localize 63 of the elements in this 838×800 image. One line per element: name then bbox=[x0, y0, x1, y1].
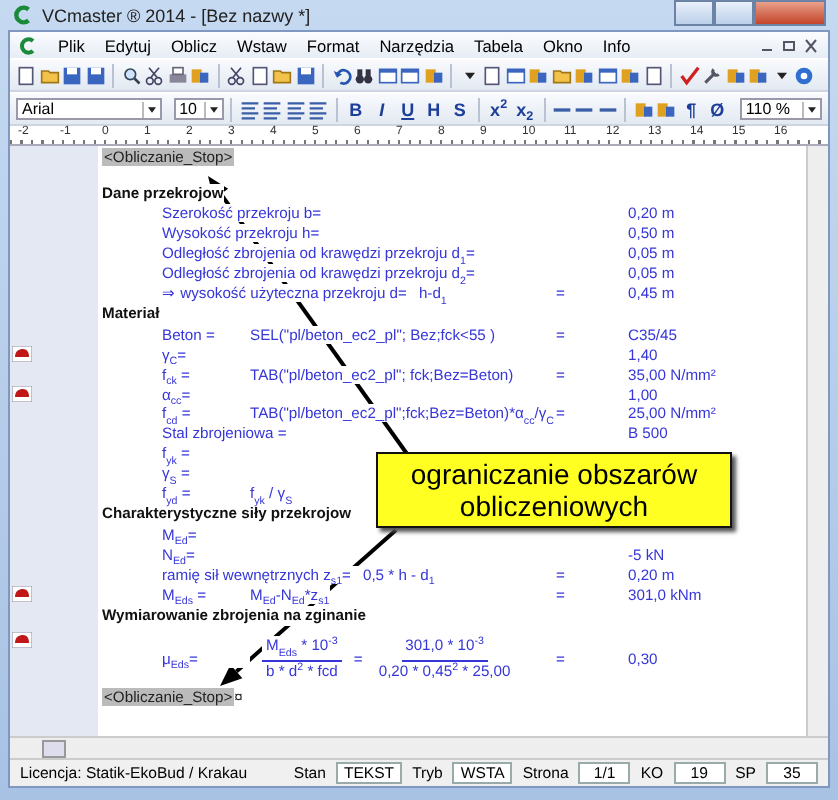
format-button[interactable]: S bbox=[448, 99, 472, 119]
magnifier-icon[interactable] bbox=[121, 65, 141, 85]
menu-item[interactable]: Wstaw bbox=[237, 35, 287, 55]
zoom-select[interactable]: 110 % bbox=[739, 98, 823, 120]
align-icon[interactable] bbox=[285, 99, 306, 119]
checkmark-icon[interactable] bbox=[679, 65, 699, 85]
format-button[interactable]: x$^{2}$ bbox=[487, 99, 511, 119]
app-logo-icon[interactable] bbox=[18, 35, 38, 55]
marker-icon[interactable] bbox=[12, 632, 32, 649]
wrench-icon[interactable] bbox=[702, 65, 722, 85]
paragraph-button[interactable]: ¶ bbox=[679, 99, 703, 119]
minimize-button[interactable] bbox=[674, 0, 714, 26]
format-button[interactable]: B bbox=[344, 99, 368, 119]
menu-item[interactable]: Info bbox=[602, 35, 631, 55]
format-button[interactable]: I bbox=[370, 99, 394, 119]
window-icon[interactable] bbox=[597, 65, 617, 85]
close-icon[interactable] bbox=[802, 37, 820, 53]
menu-item[interactable]: Edytuj bbox=[104, 35, 151, 55]
font-select[interactable]: Arial bbox=[16, 98, 163, 120]
window-icon[interactable] bbox=[377, 65, 397, 85]
scissors-icon[interactable] bbox=[144, 65, 164, 85]
folder-icon[interactable] bbox=[551, 65, 571, 85]
horizontal-scrollbar[interactable] bbox=[10, 736, 828, 758]
marker-icon[interactable] bbox=[12, 386, 32, 403]
folder-icon[interactable] bbox=[39, 65, 59, 85]
page-icon[interactable] bbox=[482, 65, 502, 85]
format-button[interactable]: x$_{2}$ bbox=[513, 99, 537, 119]
menu-item[interactable]: Plik bbox=[58, 35, 85, 55]
page-icon[interactable] bbox=[16, 65, 36, 85]
menu-item[interactable]: Oblicz bbox=[170, 35, 217, 55]
align-icon[interactable] bbox=[262, 99, 283, 119]
app-logo-icon bbox=[12, 4, 34, 26]
folder-icon[interactable] bbox=[272, 65, 292, 85]
vertical-scrollbar[interactable] bbox=[806, 146, 828, 736]
dropdown-icon[interactable] bbox=[142, 101, 161, 117]
undo-icon[interactable] bbox=[331, 65, 351, 85]
help-icon[interactable] bbox=[794, 65, 814, 85]
maximize-button[interactable] bbox=[714, 0, 754, 26]
format-button[interactable]: H bbox=[422, 99, 446, 119]
window-icon[interactable] bbox=[400, 65, 420, 85]
marker-icon[interactable] bbox=[12, 586, 32, 603]
format-button[interactable]: Ø bbox=[705, 99, 729, 119]
marker-icon[interactable] bbox=[12, 346, 32, 363]
scissors-icon[interactable] bbox=[226, 65, 246, 85]
menu-item[interactable]: Okno bbox=[543, 35, 583, 55]
restore-icon[interactable] bbox=[780, 37, 798, 53]
align-icon[interactable] bbox=[239, 99, 260, 119]
dropdown-icon[interactable] bbox=[203, 101, 222, 117]
dropdown-icon[interactable] bbox=[802, 101, 821, 117]
window-icon[interactable] bbox=[505, 65, 525, 85]
printer-icon[interactable] bbox=[167, 65, 187, 85]
align-icon[interactable] bbox=[308, 99, 329, 119]
callout-text: ograniczanie obszarów bbox=[410, 458, 698, 490]
menu-item[interactable]: Tabela bbox=[474, 35, 523, 55]
page-icon[interactable] bbox=[249, 65, 269, 85]
format-button[interactable]: U bbox=[396, 99, 420, 119]
menu-item[interactable]: Narzędzia bbox=[379, 35, 455, 55]
page-icon[interactable] bbox=[643, 65, 663, 85]
menu-item[interactable]: Format bbox=[306, 35, 360, 55]
size-select[interactable]: 10 bbox=[173, 98, 224, 120]
binoculars-icon[interactable] bbox=[354, 65, 374, 85]
callout-text: obliczeniowych bbox=[459, 490, 649, 522]
window-title: VCmaster ® 2014 - [Bez nazwy *] bbox=[42, 5, 313, 25]
